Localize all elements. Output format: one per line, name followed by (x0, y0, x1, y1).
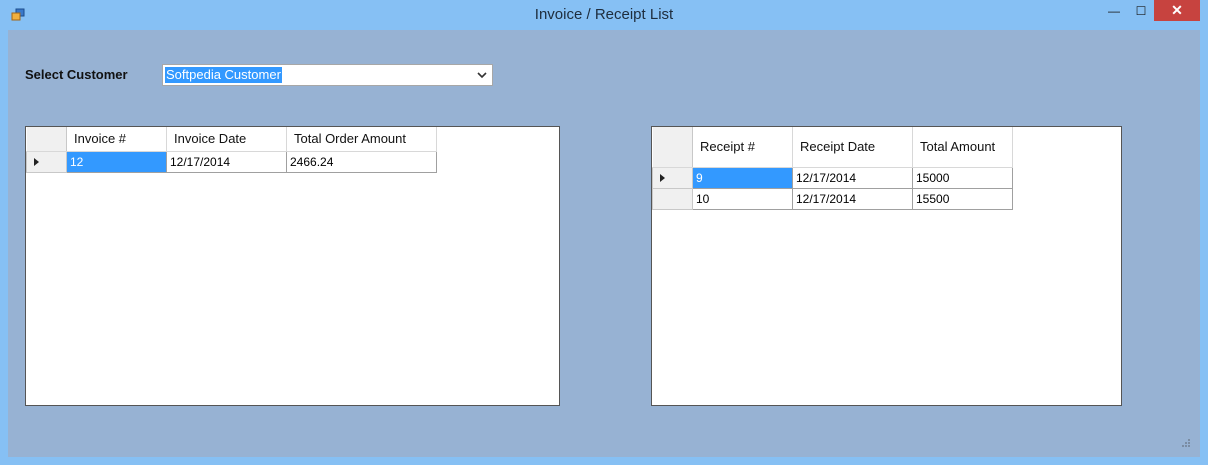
receipt-cell-amount[interactable]: 15000 (912, 166, 1013, 189)
select-customer-label: Select Customer (25, 67, 128, 82)
invoice-grid-corner[interactable] (26, 127, 67, 152)
table-row[interactable]: 9 12/17/2014 15000 (652, 166, 1013, 189)
receipt-cell-number[interactable]: 10 (692, 187, 793, 210)
resize-grip-icon[interactable] (1180, 437, 1190, 447)
receipt-cell-date[interactable]: 12/17/2014 (792, 187, 913, 210)
title-bar[interactable]: Invoice / Receipt List — ☐ ✕ (0, 0, 1208, 30)
invoice-cell-amount[interactable]: 2466.24 (286, 150, 437, 173)
invoice-col-header-number[interactable]: Invoice # (66, 127, 167, 152)
receipt-grid-corner[interactable] (652, 127, 693, 168)
row-header[interactable] (26, 150, 67, 173)
receipt-col-header-number[interactable]: Receipt # (692, 127, 793, 168)
table-row[interactable]: 10 12/17/2014 15500 (652, 187, 1013, 210)
form-client-area: Select Customer Softpedia Customer Invoi… (8, 30, 1200, 457)
minimize-icon: — (1108, 3, 1120, 18)
invoice-cell-number[interactable]: 12 (66, 150, 167, 173)
minimize-button[interactable]: — (1100, 0, 1128, 21)
receipt-col-header-date[interactable]: Receipt Date (792, 127, 913, 168)
receipt-cell-amount[interactable]: 15500 (912, 187, 1013, 210)
invoice-cell-date[interactable]: 12/17/2014 (166, 150, 287, 173)
window-title: Invoice / Receipt List (534, 6, 674, 23)
close-button[interactable]: ✕ (1154, 0, 1200, 21)
row-header[interactable] (652, 187, 693, 210)
invoice-col-header-amount[interactable]: Total Order Amount (286, 127, 437, 152)
close-icon: ✕ (1171, 2, 1183, 18)
receipt-cell-number[interactable]: 9 (692, 166, 793, 189)
invoice-grid[interactable]: Invoice # Invoice Date Total Order Amoun… (25, 126, 560, 406)
application-window: Invoice / Receipt List — ☐ ✕ Select Cust… (0, 0, 1208, 465)
maximize-icon: ☐ (1135, 3, 1147, 18)
maximize-button[interactable]: ☐ (1128, 0, 1154, 21)
customer-combobox[interactable]: Softpedia Customer (162, 64, 493, 86)
row-pointer-icon (34, 157, 39, 166)
table-row[interactable]: 12 12/17/2014 2466.24 (26, 150, 437, 173)
customer-combobox-value: Softpedia Customer (165, 67, 282, 83)
receipt-grid[interactable]: Receipt # Receipt Date Total Amount 9 12… (651, 126, 1122, 406)
receipt-col-header-amount[interactable]: Total Amount (912, 127, 1013, 168)
row-header[interactable] (652, 166, 693, 189)
chevron-down-icon[interactable] (475, 68, 489, 82)
invoice-col-header-date[interactable]: Invoice Date (166, 127, 287, 152)
row-pointer-icon (660, 173, 665, 182)
receipt-cell-date[interactable]: 12/17/2014 (792, 166, 913, 189)
